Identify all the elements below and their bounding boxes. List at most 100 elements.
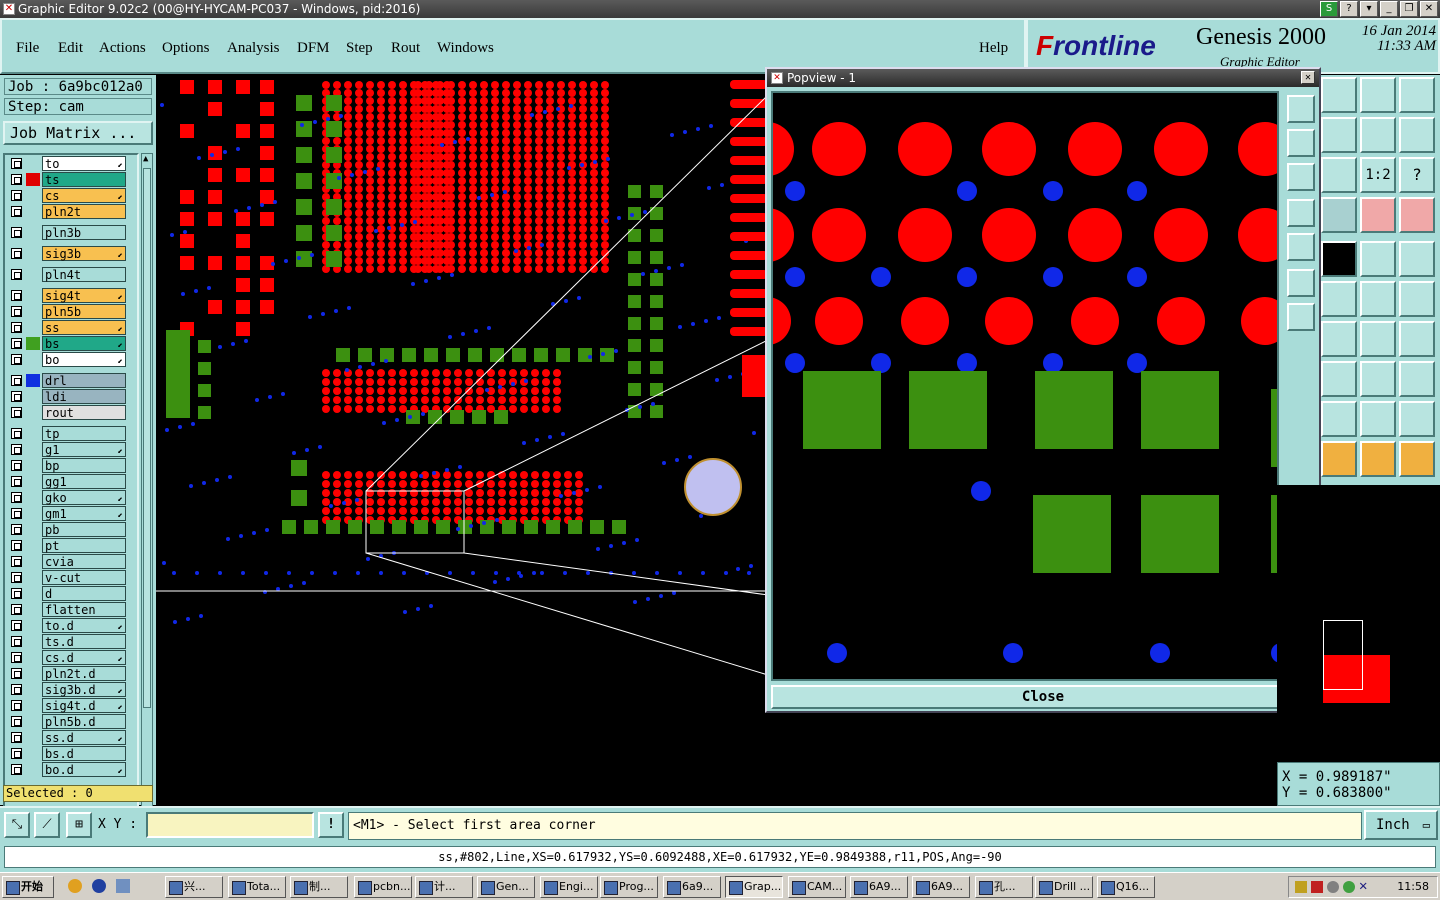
s-icon[interactable]: S	[1320, 1, 1338, 17]
taskbar-item[interactable]: Grap...	[725, 876, 783, 898]
taskbar-item[interactable]: 6A9...	[850, 876, 908, 898]
layer-name[interactable]: pln2t	[42, 204, 126, 219]
grid-snap-icon[interactable]: ⊞	[66, 812, 92, 838]
layer-color-swatch[interactable]	[26, 619, 40, 632]
layer-row[interactable]: gm1 ⬋	[7, 506, 137, 521]
layer-name[interactable]: sig4t ⬋	[42, 288, 126, 303]
layer-row[interactable]: sig4t.d ⬋	[7, 698, 137, 713]
layer-list-scrollbar[interactable]: ▲ ▼	[141, 153, 153, 857]
layer-checkbox[interactable]	[11, 206, 22, 217]
line-pad-blue-icon[interactable]	[1399, 281, 1435, 317]
layer-row[interactable]: bo ⬋	[7, 352, 137, 367]
layer-name[interactable]: pln5b.d	[42, 714, 126, 729]
layer-checkbox[interactable]	[11, 306, 22, 317]
menu-help[interactable]: Help	[979, 40, 1008, 57]
taskbar-item[interactable]: pcbn...	[354, 876, 412, 898]
add-line-icon[interactable]	[1321, 321, 1357, 357]
layer-color-swatch[interactable]	[26, 305, 40, 318]
taskbar-item[interactable]: 6A9...	[912, 876, 970, 898]
layer-checkbox[interactable]	[11, 748, 22, 759]
layer-name[interactable]: bs ⬋	[42, 336, 126, 351]
layer-color-swatch[interactable]	[26, 491, 40, 504]
layer-color-swatch[interactable]	[26, 268, 40, 281]
zoom-fit-icon[interactable]	[1287, 269, 1315, 297]
move-tool-icon[interactable]	[1321, 157, 1357, 193]
layer-color-swatch[interactable]	[26, 406, 40, 419]
layer-row[interactable]: ts	[7, 172, 137, 187]
taskbar-item[interactable]: CAM...	[788, 876, 846, 898]
display-mode-icon[interactable]	[1321, 241, 1357, 277]
layer-checkbox[interactable]	[11, 700, 22, 711]
layer-color-swatch[interactable]	[26, 523, 40, 536]
layer-name[interactable]: gm1 ⬋	[42, 506, 126, 521]
cross-tool-icon[interactable]	[1321, 281, 1357, 317]
layer-feature-icon[interactable]	[1360, 197, 1396, 233]
layer-name[interactable]: pln2t.d	[42, 666, 126, 681]
layer-name[interactable]: g1 ⬋	[42, 442, 126, 457]
scroll-thumb[interactable]	[143, 168, 151, 708]
taskbar-item[interactable]: Q16...	[1097, 876, 1155, 898]
pan-down-icon[interactable]	[1287, 163, 1315, 191]
ie-icon[interactable]	[92, 879, 106, 893]
help-tool-icon[interactable]: ?	[1399, 157, 1435, 193]
layer-row[interactable]: cs ⬋	[7, 188, 137, 203]
taskbar-item[interactable]: Prog...	[600, 876, 658, 898]
layer-checkbox[interactable]	[11, 524, 22, 535]
help-icon[interactable]: ?	[1340, 1, 1358, 17]
layer-row[interactable]: sig4t ⬋	[7, 288, 137, 303]
layer-checkbox[interactable]	[11, 652, 22, 663]
graphic-canvas[interactable]	[156, 75, 768, 805]
layer-checkbox[interactable]	[11, 460, 22, 471]
home-tool-icon[interactable]	[1360, 77, 1396, 113]
layer-name[interactable]: ts	[42, 172, 126, 187]
layer-name[interactable]: pln4t	[42, 267, 126, 282]
layer-row[interactable]: gko ⬋	[7, 490, 137, 505]
menu-analysis[interactable]: Analysis	[227, 40, 280, 57]
layer-color-swatch[interactable]	[26, 731, 40, 744]
layer-color-swatch[interactable]	[26, 459, 40, 472]
annotation-a3-icon[interactable]	[1399, 401, 1435, 437]
layer-checkbox[interactable]	[11, 556, 22, 567]
layer-name[interactable]: d	[42, 586, 126, 601]
pan-left-icon[interactable]	[1287, 199, 1315, 227]
layer-checkbox[interactable]	[11, 716, 22, 727]
menu-arrow-icon[interactable]: ▾	[1360, 1, 1378, 17]
taskbar-item[interactable]: Engi...	[540, 876, 598, 898]
layer-checkbox[interactable]	[11, 269, 22, 280]
pan-right-icon[interactable]	[1287, 233, 1315, 261]
layer-checkbox[interactable]	[11, 338, 22, 349]
layer-name[interactable]: v-cut	[42, 570, 126, 585]
measure-icon[interactable]	[1360, 361, 1396, 397]
scroll-up-icon[interactable]: ▲	[143, 154, 148, 164]
layer-row[interactable]: bs ⬋	[7, 336, 137, 351]
pointer-tool-icon[interactable]	[1321, 441, 1357, 477]
layer-checkbox[interactable]	[11, 190, 22, 201]
layer-color-swatch[interactable]	[26, 157, 40, 170]
taskbar-item[interactable]: 兴...	[165, 876, 223, 898]
layer-name[interactable]: ss ⬋	[42, 320, 126, 335]
minimize-button[interactable]: _	[1380, 1, 1398, 17]
layer-checkbox[interactable]	[11, 227, 22, 238]
layer-color-swatch[interactable]	[26, 715, 40, 728]
layer-row[interactable]: sig3b ⬋	[7, 246, 137, 261]
snap-tool-icon[interactable]	[1399, 117, 1435, 153]
pan-down-tool-icon[interactable]	[1321, 77, 1357, 113]
layer-row[interactable]: rout	[7, 405, 137, 420]
pan-up-icon[interactable]	[1287, 129, 1315, 157]
layer-checkbox[interactable]	[11, 508, 22, 519]
layer-color-swatch[interactable]	[26, 651, 40, 664]
layer-row[interactable]: ss ⬋	[7, 320, 137, 335]
pcb-view[interactable]	[156, 75, 768, 805]
select-pad-icon[interactable]	[1399, 241, 1435, 277]
layer-color-swatch[interactable]	[26, 390, 40, 403]
menu-windows[interactable]: Windows	[437, 40, 494, 57]
restore-button[interactable]: ❐	[1400, 1, 1418, 17]
layer-checkbox[interactable]	[11, 684, 22, 695]
annotation-a-icon[interactable]	[1321, 401, 1357, 437]
ruler-icon[interactable]	[1360, 241, 1396, 277]
layer-row[interactable]: pln5b.d	[7, 714, 137, 729]
layer-color-swatch[interactable]	[26, 507, 40, 520]
alert-icon[interactable]: !	[318, 812, 344, 838]
layer-color-swatch[interactable]	[26, 321, 40, 334]
layer-color-swatch[interactable]	[26, 374, 40, 387]
